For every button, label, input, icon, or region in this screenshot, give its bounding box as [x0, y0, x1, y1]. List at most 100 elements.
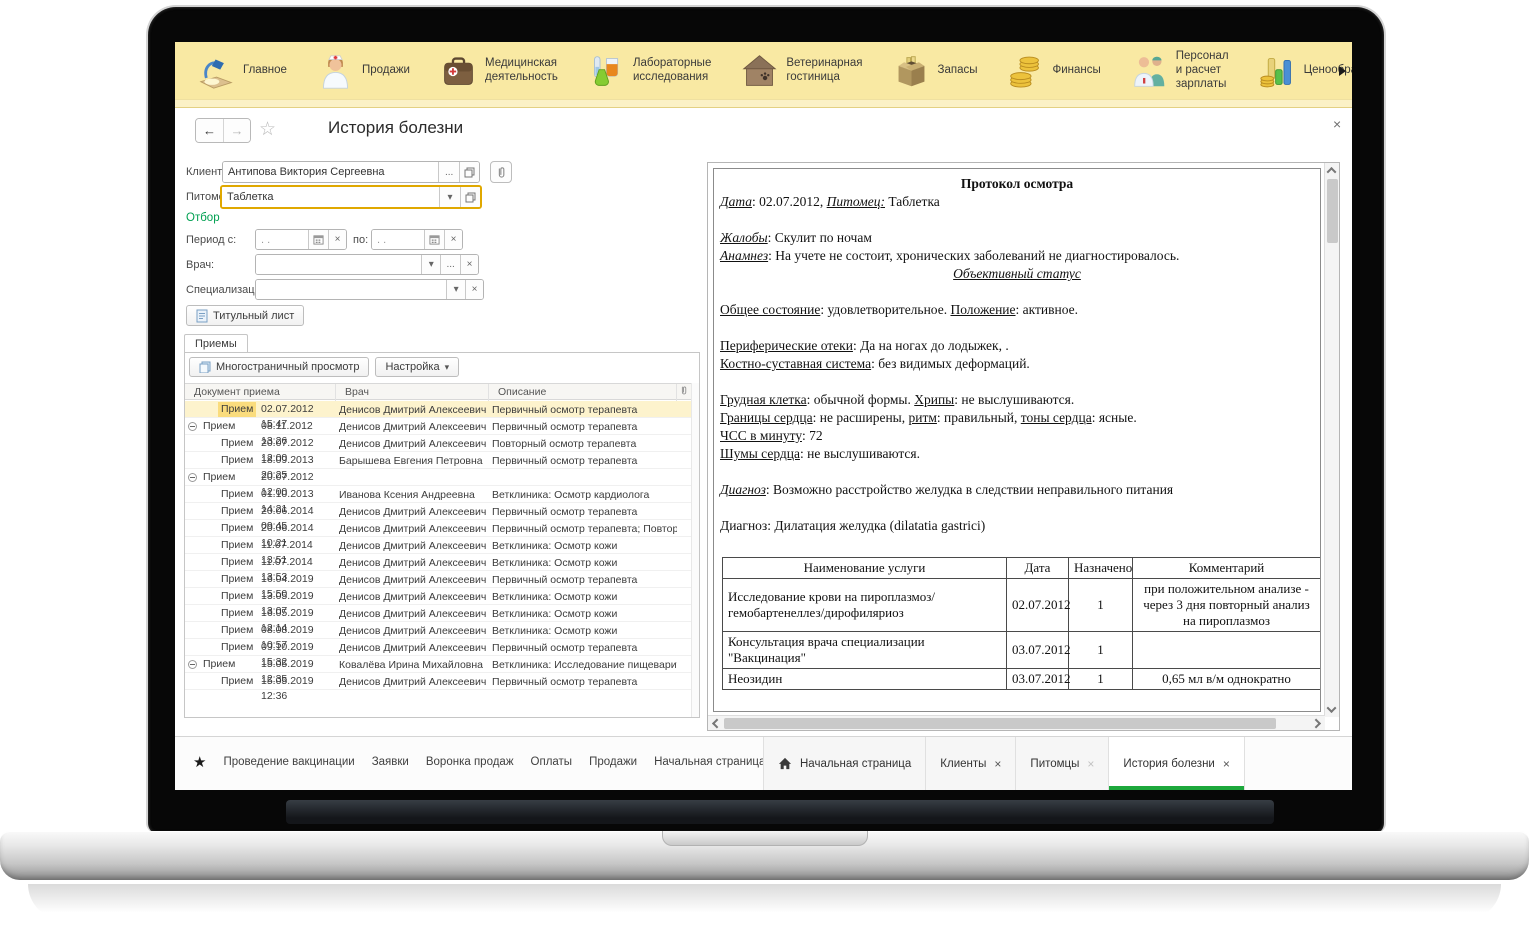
doctor-dropdown-caret-icon[interactable]: ▾ [421, 255, 440, 274]
specialization-dropdown-caret-icon[interactable]: ▾ [446, 280, 465, 299]
period-from-calendar-icon[interactable] [308, 230, 328, 249]
close-form-icon[interactable]: × [1333, 116, 1341, 132]
ribbon-item-medical-bag[interactable]: Медицинская деятельность [425, 42, 573, 100]
client-open-icon[interactable] [459, 162, 479, 182]
page-title: История болезни [328, 118, 463, 138]
reception-row[interactable]: Прием09.10.2019 15:32Денисов Дмитрий Але… [185, 639, 691, 656]
favorite-link[interactable]: Начальная страница [654, 756, 765, 768]
ribbon-item-price-chart[interactable]: Ценообраз [1244, 42, 1352, 100]
reception-type: Прием [218, 538, 256, 553]
specialization-input[interactable] [256, 280, 446, 299]
reception-row[interactable]: Прием11.07.2014 13:53Денисов Дмитрий Але… [185, 554, 691, 571]
forward-button[interactable]: → [223, 119, 250, 142]
favorite-link[interactable]: Оплаты [531, 756, 573, 768]
reception-row[interactable]: Прием02.07.2012 15:47Денисов Дмитрий Але… [185, 401, 691, 418]
scroll-down-icon[interactable] [1324, 702, 1339, 717]
reception-row[interactable]: Прием20.07.2012 12:00Денисов Дмитрий Але… [185, 435, 691, 452]
favorite-link[interactable]: Проведение вакцинации [223, 756, 354, 768]
ribbon-item-desk-lamp[interactable]: Главное [183, 42, 302, 100]
favorites-star-icon[interactable]: ★ [193, 753, 206, 771]
doctor-input[interactable] [256, 255, 421, 274]
reception-doctor: Денисов Дмитрий Алексеевич [336, 421, 489, 433]
pet-input[interactable] [222, 187, 439, 207]
reception-row[interactable]: Прием16.04.2019 15:50Денисов Дмитрий Але… [185, 571, 691, 588]
ribbon-item-label: Запасы [938, 64, 978, 78]
tab-close-icon[interactable]: × [994, 757, 1001, 771]
reception-type: Прием [218, 487, 256, 502]
column-header-document[interactable]: Документ приема [185, 384, 336, 401]
column-header-doctor[interactable]: Врач [336, 384, 489, 401]
scroll-up-icon[interactable] [1324, 163, 1339, 178]
window-tab-питомцы[interactable]: Питомцы× [1015, 737, 1108, 790]
reception-doctor: Денисов Дмитрий Алексеевич [336, 404, 489, 416]
ribbon-item-label: Финансы [1052, 64, 1100, 78]
period-from-clear-icon[interactable]: × [328, 230, 346, 249]
services-column-header: Наименование услуги [723, 558, 1007, 579]
vertical-scrollbar[interactable] [1324, 163, 1339, 717]
reception-row[interactable]: Прием15.05.2019 12:36Денисов Дмитрий Але… [185, 673, 691, 690]
column-header-description[interactable]: Описание [489, 384, 677, 401]
ribbon-item-lab-flasks[interactable]: Лабораторные исследования [573, 42, 726, 100]
doctor-clear-icon[interactable]: × [460, 255, 478, 274]
window-tab-клиенты[interactable]: Клиенты× [925, 737, 1015, 790]
title-sheet-button[interactable]: Титульный лист [186, 305, 304, 326]
window-tab-история-болезни[interactable]: История болезни× [1108, 737, 1244, 790]
favorite-link[interactable]: Заявки [372, 756, 409, 768]
client-input[interactable] [223, 162, 438, 182]
column-header-attachment[interactable] [677, 384, 692, 401]
multipage-view-button[interactable]: Многостраничный просмотр [189, 357, 369, 377]
pages-icon [199, 361, 211, 373]
ribbon-item-box[interactable]: Запасы [878, 42, 993, 100]
pet-dropdown-caret-icon[interactable]: ▾ [439, 187, 460, 207]
favorite-star-icon[interactable]: ☆ [259, 118, 276, 141]
collapse-expander-icon[interactable] [188, 422, 197, 431]
receptions-scrollbar[interactable] [691, 383, 699, 717]
horizontal-scrollbar[interactable] [708, 715, 1325, 730]
period-to-clear-icon[interactable]: × [444, 230, 462, 249]
period-from-input[interactable] [256, 230, 308, 249]
scroll-left-icon[interactable] [708, 716, 723, 731]
reception-row[interactable]: Прием20.06.2014 10:21Денисов Дмитрий Але… [185, 520, 691, 537]
ribbon-item-nurse[interactable]: Продажи [302, 42, 425, 100]
reception-row[interactable]: Прием11.07.2014 13:51Денисов Дмитрий Але… [185, 537, 691, 554]
protocol-line: Жалобы: Скулит по ночам [720, 229, 1314, 247]
reception-row[interactable]: Прием08.08.2019 10:57Денисов Дмитрий Але… [185, 622, 691, 639]
ribbon-item-staff[interactable]: Персонал и расчет зарплаты [1116, 42, 1244, 100]
ribbon-item-coins[interactable]: Финансы [992, 42, 1115, 100]
doctor-ellipsis-button[interactable]: ... [440, 255, 460, 274]
ribbon-item-pet-house[interactable]: Ветеринарная гостиница [726, 42, 877, 100]
collapse-expander-icon[interactable] [188, 473, 197, 482]
reception-row[interactable]: Прием08.11.2012 13:26Денисов Дмитрий Але… [185, 418, 691, 435]
tab-receptions[interactable]: Приемы [184, 334, 248, 353]
tab-close-icon[interactable]: × [1223, 757, 1230, 771]
favorite-link[interactable]: Продажи [589, 756, 637, 768]
vertical-scroll-thumb[interactable] [1327, 179, 1338, 243]
client-ellipsis-button[interactable]: ... [438, 162, 459, 182]
horizontal-scroll-thumb[interactable] [724, 718, 1276, 729]
tab-close-icon[interactable]: × [1087, 757, 1094, 771]
attachments-button[interactable] [490, 161, 512, 183]
settings-button[interactable]: Настройка ▾ [375, 357, 459, 377]
reception-row[interactable]: Прием13.05.2019 13:07Денисов Дмитрий Але… [185, 588, 691, 605]
protocol-line [720, 463, 1314, 481]
protocol-line [720, 535, 1314, 553]
ribbon-overflow-arrow-icon[interactable] [1339, 66, 1346, 76]
reception-row[interactable]: Прием18.09.2013 20:25Барышева Евгения Пе… [185, 452, 691, 469]
collapse-expander-icon[interactable] [188, 660, 197, 669]
reception-row[interactable]: Прием16.05.2019 12:14Денисов Дмитрий Але… [185, 605, 691, 622]
document-icon [196, 309, 208, 323]
period-to-input[interactable] [372, 230, 424, 249]
back-button[interactable]: ← [196, 119, 223, 142]
scroll-right-icon[interactable] [1310, 716, 1325, 731]
period-to-calendar-icon[interactable] [424, 230, 444, 249]
window-tab-начальная-страница[interactable]: Начальная страница [763, 737, 925, 790]
services-cell: 02.07.2012 [1007, 579, 1069, 632]
reception-row[interactable]: Прием15.05.2019 12:35Ковалёва Ирина Миха… [185, 656, 691, 673]
reception-row[interactable]: Прием20.06.2014 09:45Денисов Дмитрий Але… [185, 503, 691, 520]
specialization-clear-icon[interactable]: × [465, 280, 483, 299]
favorite-link[interactable]: Воронка продаж [426, 756, 514, 768]
reception-row[interactable]: Прием20.07.2012 12:00 [185, 469, 691, 486]
pet-open-icon[interactable] [460, 187, 480, 207]
reception-row[interactable]: Прием01.10.2013 14:21Иванова Ксения Андр… [185, 486, 691, 503]
protocol-panel: Протокол осмотраДата: 02.07.2012, Питоме… [707, 162, 1340, 731]
